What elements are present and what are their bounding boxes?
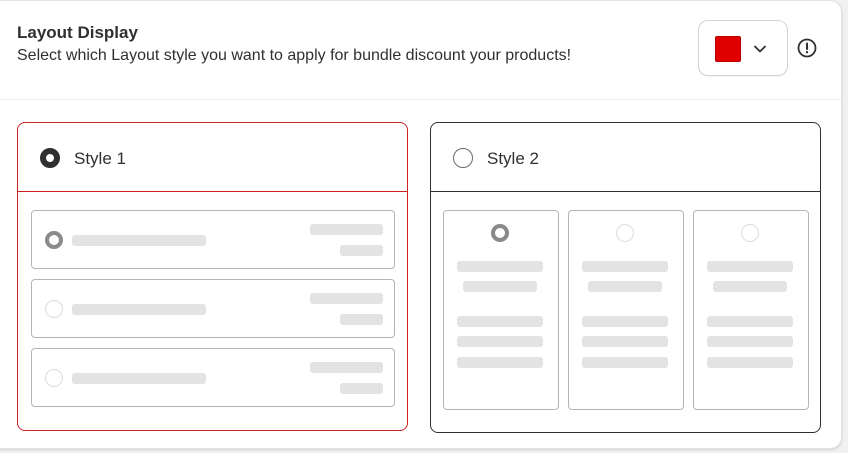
section-title: Layout Display: [17, 23, 138, 42]
placeholder-bar: [310, 224, 383, 235]
preview-radio: [741, 224, 759, 242]
placeholder-bar: [310, 362, 383, 373]
placeholder-bar: [582, 336, 668, 347]
preview-radio: [45, 231, 63, 249]
placeholder-bar: [340, 383, 383, 394]
style-2-option-header: Style 2: [431, 123, 820, 192]
placeholder-bar: [707, 261, 793, 272]
section-description: Select which Layout style you want to ap…: [17, 47, 572, 64]
placeholder-bar: [582, 316, 668, 327]
placeholder-bar: [463, 281, 537, 292]
layout-display-card: Layout Display Select which Layout style…: [0, 0, 842, 449]
style-1-radio[interactable]: [40, 148, 60, 168]
preview-radio: [45, 300, 63, 318]
style-2-label: Style 2: [487, 149, 539, 168]
placeholder-bar: [72, 304, 206, 315]
preview-list-row: [31, 279, 395, 338]
alert-circle-icon[interactable]: [797, 38, 817, 58]
placeholder-bar: [582, 357, 668, 368]
preview-grid-card: [568, 210, 684, 410]
preview-list-row: [31, 210, 395, 269]
preview-radio: [45, 369, 63, 387]
placeholder-bar: [310, 293, 383, 304]
style-1-option[interactable]: Style 1: [17, 122, 408, 431]
placeholder-bar: [340, 245, 383, 256]
preview-radio: [491, 224, 509, 242]
placeholder-bar: [72, 235, 206, 246]
placeholder-bar: [457, 316, 543, 327]
placeholder-bar: [582, 261, 668, 272]
style-1-option-header: Style 1: [18, 123, 407, 192]
placeholder-bar: [340, 314, 383, 325]
placeholder-bar: [707, 357, 793, 368]
chevron-down-icon: [754, 45, 766, 53]
placeholder-bar: [713, 281, 787, 292]
placeholder-bar: [707, 316, 793, 327]
placeholder-bar: [457, 336, 543, 347]
placeholder-bar: [707, 336, 793, 347]
color-picker-button[interactable]: [698, 20, 788, 76]
color-swatch: [715, 36, 741, 62]
preview-radio: [616, 224, 634, 242]
placeholder-bar: [588, 281, 662, 292]
preview-list-row: [31, 348, 395, 407]
preview-grid-card: [443, 210, 559, 410]
style-2-option[interactable]: Style 2: [430, 122, 821, 433]
placeholder-bar: [72, 373, 206, 384]
style-2-radio[interactable]: [453, 148, 473, 168]
style-1-label: Style 1: [74, 149, 126, 168]
placeholder-bar: [457, 261, 543, 272]
placeholder-bar: [457, 357, 543, 368]
card-header: Layout Display Select which Layout style…: [0, 1, 841, 100]
preview-grid-card: [693, 210, 809, 410]
